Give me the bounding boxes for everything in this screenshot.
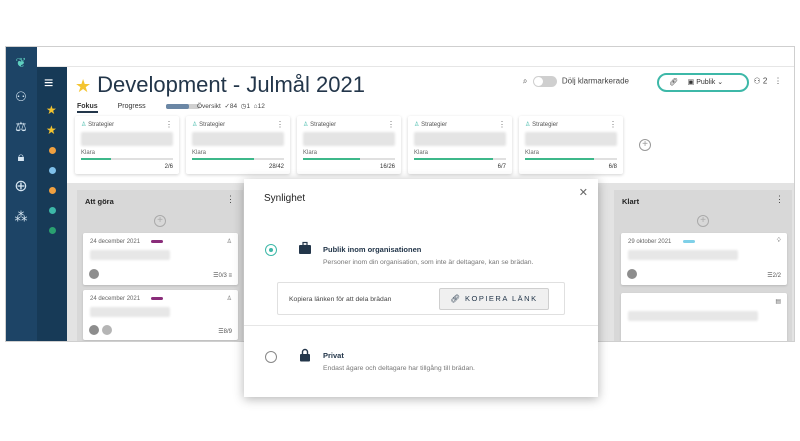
goal-card[interactable]: ♙ Strategier ⋮ Klara 6/8 [519,116,623,174]
option-private-desc: Endast ägare och deltagare har tillgång … [323,365,475,372]
task-card[interactable]: 24 december 2021 ♙ ☰0/3 ≡ [83,233,238,285]
goal-progress-bar [303,158,395,160]
hide-completed-toggle[interactable] [532,76,557,87]
page-title: ★ Development - Julmål 2021 [75,72,365,97]
option-public-title: Publik inom organisationen [323,245,422,254]
task-card[interactable]: 24 december 2021 ♙ ☰8/9 [83,290,238,340]
goal-progress-bar [525,158,617,160]
tab-fokus[interactable]: Fokus [77,103,98,113]
briefcase-icon [299,241,311,254]
goal-progress-bar [81,158,173,160]
tag-label [151,240,163,243]
avatar [102,325,112,335]
tag-label [151,297,163,300]
board-dot[interactable] [49,227,56,234]
lock-icon[interactable]: 🔒︎ [10,147,32,167]
strategy-icon: ♙ [303,122,309,128]
scale-icon[interactable]: ⚖ [10,117,32,137]
add-card-button[interactable]: + [154,215,166,227]
close-icon[interactable]: ✕ [579,186,588,199]
add-goal-button[interactable]: + [639,139,651,151]
progress-bar [165,103,200,109]
logo-icon: ❦ [15,55,27,70]
lane-menu-icon[interactable]: ⋮ [226,194,235,205]
strategy-icon: ♙ [226,296,232,302]
primary-sidebar: ❦ ⚇ ⚖ 🔒︎ ⊕ ⁂ [6,47,37,341]
checklist-count: ☰8/9 [218,329,232,335]
visibility-modal: Synlighet ✕ Publik inom organisationen P… [244,179,598,397]
goal-card[interactable]: ♙ Strategier ⋮ Klara 2/6 [75,116,179,174]
checklist-count: ☰0/3 ≡ [213,273,232,279]
board-dot[interactable] [49,187,56,194]
network-icon[interactable]: ⁂ [10,207,32,227]
strategy-icon: ♙ [525,122,531,128]
board-dot[interactable] [49,207,56,214]
board-dot[interactable] [49,167,56,174]
avatar [627,269,637,279]
chevron-down-icon: ⌄ [717,79,724,86]
tag-label [683,240,695,243]
members-icon[interactable]: ⚇ [753,77,760,86]
option-private-title: Privat [323,351,344,360]
add-card-button[interactable]: + [697,215,709,227]
more-icon[interactable]: ⋮ [165,120,173,129]
bus-icon: ▤ [775,299,781,305]
briefcase-icon: ▣ [687,79,695,86]
strategy-icon: ♙ [192,122,198,128]
radio-private[interactable] [265,351,277,363]
menu-icon[interactable]: ≡ [44,75,53,93]
goal-progress-bar [414,158,506,160]
link-icon[interactable]: 🔗︎ [669,79,678,86]
lane-menu-icon[interactable]: ⋮ [775,194,784,205]
more-icon[interactable]: ⋮ [609,120,617,129]
goal-card[interactable]: ♙ Strategier ⋮ Klara 16/26 [297,116,401,174]
strategy-icon: ♙ [226,239,232,245]
favorite-star-icon[interactable]: ★ [46,123,57,137]
more-icon[interactable]: ⋮ [387,120,395,129]
more-icon[interactable]: ⋮ [498,120,506,129]
favorite-star-icon[interactable]: ★ [46,103,57,117]
checklist-count: ☰2/2 [767,273,781,279]
goal-card[interactable]: ♙ Strategier ⋮ Klara 6/7 [408,116,512,174]
secondary-sidebar: ≡ ★ ★ [37,67,67,341]
share-box: Kopiera länken för att dela brädan 🔗︎ KO… [277,282,565,315]
star-icon[interactable]: ★ [75,76,91,96]
avatar [89,269,99,279]
strategy-icon: ♙ [81,122,87,128]
add-icon[interactable]: ⊕ [10,177,32,197]
more-icon[interactable]: ⋮ [774,77,782,86]
board-dot[interactable] [49,147,56,154]
task-card[interactable]: ▤ [621,293,787,341]
goal-progress-bar [192,158,284,160]
lightbulb-icon: 💡︎ [776,238,781,244]
radio-public[interactable] [265,244,277,256]
divider [244,325,598,326]
task-card[interactable]: 29 oktober 2021 💡︎ ☰2/2 [621,233,787,285]
people-icon[interactable]: ⚇ [10,87,32,107]
link-icon: 🔗︎ [450,294,462,303]
visibility-pill[interactable]: 🔗︎ ▣ Publik ⌄ [657,73,749,92]
goal-card[interactable]: ♙ Strategier ⋮ Klara 28/42 [186,116,290,174]
lock-icon [300,348,310,362]
more-icon[interactable]: ⋮ [276,120,284,129]
strategy-icon: ♙ [414,122,420,128]
copy-link-button[interactable]: 🔗︎ KOPIERA LÄNK [439,288,549,310]
overview-stats: Översikt ✓84 ◷1 ⌂12 [197,103,265,110]
avatar [89,325,99,335]
search-icon[interactable]: ⌕ [523,77,527,86]
option-public-desc: Personer inom din organisation, som inte… [323,259,534,266]
top-strip [37,47,794,67]
